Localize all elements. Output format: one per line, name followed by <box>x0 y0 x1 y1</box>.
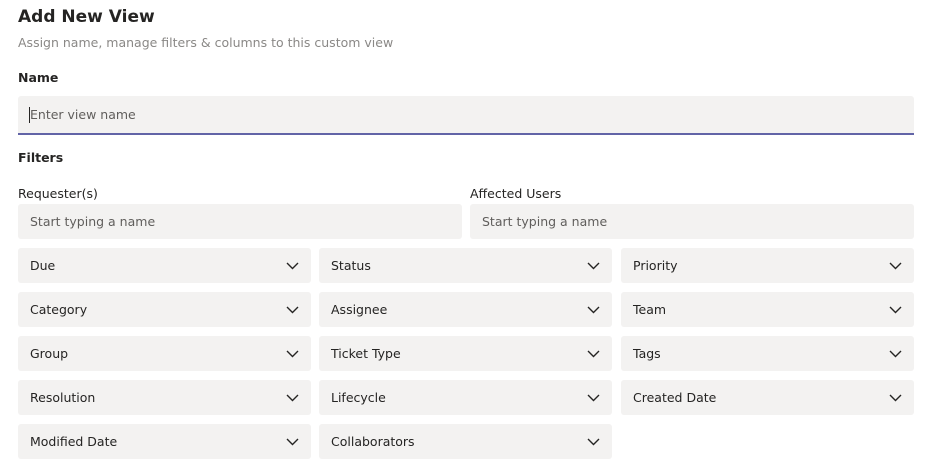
chevron-down-icon <box>888 259 902 273</box>
affected-users-input[interactable] <box>470 204 914 239</box>
requesters-input[interactable] <box>18 204 462 239</box>
chevron-down-icon <box>285 347 299 361</box>
filter-dropdown-status[interactable]: Status <box>319 248 612 283</box>
filter-dropdown-label: Group <box>30 346 69 361</box>
affected-users-label: Affected Users <box>470 186 562 201</box>
filter-dropdown-due[interactable]: Due <box>18 248 311 283</box>
filter-dropdown-priority[interactable]: Priority <box>621 248 914 283</box>
filter-dropdown-label: Tags <box>633 346 661 361</box>
filter-dropdown-resolution[interactable]: Resolution <box>18 380 311 415</box>
filter-dropdown-label: Created Date <box>633 390 717 405</box>
view-name-input[interactable] <box>18 96 914 135</box>
filter-dropdown-label: Due <box>30 258 56 273</box>
filter-dropdown-collaborators[interactable]: Collaborators <box>319 424 612 459</box>
filter-dropdown-label: Status <box>331 258 371 273</box>
name-label: Name <box>18 70 59 85</box>
chevron-down-icon <box>285 391 299 405</box>
chevron-down-icon <box>285 435 299 449</box>
chevron-down-icon <box>888 303 902 317</box>
filter-dropdown-ticket-type[interactable]: Ticket Type <box>319 336 612 371</box>
filter-dropdown-group[interactable]: Group <box>18 336 311 371</box>
chevron-down-icon <box>285 303 299 317</box>
page-subtitle: Assign name, manage filters & columns to… <box>18 35 394 50</box>
filter-dropdown-created-date[interactable]: Created Date <box>621 380 914 415</box>
chevron-down-icon <box>586 259 600 273</box>
filter-dropdown-label: Ticket Type <box>331 346 401 361</box>
filter-dropdown-label: Priority <box>633 258 678 273</box>
chevron-down-icon <box>888 347 902 361</box>
filter-dropdown-label: Modified Date <box>30 434 118 449</box>
filter-dropdown-lifecycle[interactable]: Lifecycle <box>319 380 612 415</box>
chevron-down-icon <box>285 259 299 273</box>
filter-dropdown-team[interactable]: Team <box>621 292 914 327</box>
filter-dropdown-label: Team <box>633 302 667 317</box>
chevron-down-icon <box>586 303 600 317</box>
filter-dropdown-label: Category <box>30 302 88 317</box>
chevron-down-icon <box>888 391 902 405</box>
filter-dropdown-label: Collaborators <box>331 434 415 449</box>
filter-dropdown-label: Resolution <box>30 390 96 405</box>
requesters-label: Requester(s) <box>18 186 98 201</box>
filter-dropdown-label: Lifecycle <box>331 390 386 405</box>
filter-dropdown-modified-date[interactable]: Modified Date <box>18 424 311 459</box>
filter-dropdown-category[interactable]: Category <box>18 292 311 327</box>
chevron-down-icon <box>586 347 600 361</box>
chevron-down-icon <box>586 435 600 449</box>
filter-dropdown-assignee[interactable]: Assignee <box>319 292 612 327</box>
filter-dropdown-label: Assignee <box>331 302 388 317</box>
text-caret <box>29 107 30 123</box>
filters-label: Filters <box>18 150 64 165</box>
page-title: Add New View <box>18 7 155 27</box>
chevron-down-icon <box>586 391 600 405</box>
filter-dropdown-tags[interactable]: Tags <box>621 336 914 371</box>
